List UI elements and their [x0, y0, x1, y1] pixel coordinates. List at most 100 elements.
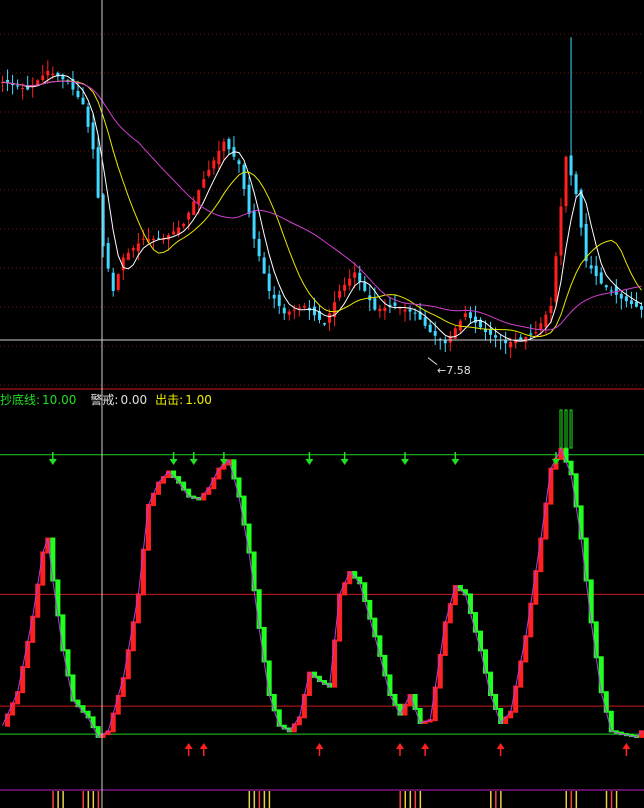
- candle-body: [182, 223, 186, 227]
- candle-body: [262, 257, 266, 274]
- candle-body: [634, 301, 638, 307]
- oscillator-segment: [538, 537, 544, 573]
- bottom-signal-bar: [500, 791, 502, 808]
- oscillator-segment: [50, 537, 56, 582]
- candle-body: [151, 238, 155, 241]
- oscillator-segment: [548, 467, 554, 505]
- up-arrow-head: [421, 743, 430, 749]
- oscillator-segment: [432, 686, 438, 722]
- oscillator-segment: [251, 551, 257, 592]
- candle-body: [61, 75, 65, 80]
- candle-body: [81, 97, 85, 105]
- bottom-signal-bar: [414, 791, 417, 808]
- candle-body: [619, 293, 623, 299]
- oscillator-segment: [603, 691, 609, 713]
- bottom-signal-bar: [575, 791, 578, 808]
- down-arrow-head: [340, 459, 349, 465]
- candle-body: [489, 329, 493, 335]
- oscillator-segment: [55, 579, 61, 617]
- oscillator-segment: [40, 551, 46, 586]
- bottom-signal-bar: [409, 791, 412, 808]
- candle-body: [86, 106, 90, 127]
- top-signal-bar: [559, 409, 563, 449]
- bottom-signal-bar: [615, 791, 618, 808]
- candle-body: [468, 312, 472, 319]
- candle-body: [222, 141, 226, 152]
- candle-body: [287, 311, 291, 315]
- up-arrow-head: [184, 743, 193, 749]
- candle-body: [433, 331, 437, 336]
- candle-body: [237, 160, 241, 165]
- candle-body: [544, 314, 548, 328]
- oscillator-segment: [377, 635, 383, 657]
- candle-body: [358, 272, 362, 282]
- candle-body: [348, 278, 352, 286]
- oscillator-segment: [60, 614, 66, 652]
- candle-body: [21, 88, 25, 90]
- bottom-signal-bar: [495, 791, 497, 808]
- candle-body: [292, 309, 296, 311]
- bottom-signal-bar: [268, 791, 271, 808]
- candle-body: [207, 169, 211, 176]
- candle-body: [131, 248, 135, 251]
- candle-body: [257, 238, 261, 257]
- oscillator-segment: [447, 603, 453, 624]
- candle-body: [373, 298, 377, 310]
- low-price-label: ←7.58: [437, 364, 471, 377]
- low-price-pointer: [427, 357, 438, 366]
- candle-body: [639, 306, 643, 310]
- oscillator-segment: [583, 537, 589, 582]
- bottom-signal-bar: [605, 791, 608, 808]
- candle-body: [519, 337, 523, 340]
- candle-body: [197, 190, 201, 204]
- candle-body: [277, 294, 281, 306]
- legend-label-bottom-line: 抄底线:: [0, 393, 41, 407]
- oscillator-segment: [488, 671, 494, 696]
- oscillator-segment: [135, 593, 141, 624]
- top-signal-bar: [569, 409, 573, 449]
- candle-body: [36, 80, 40, 85]
- bottom-signal-bar: [248, 791, 251, 808]
- oscillator-segment: [543, 502, 549, 540]
- candle-body: [529, 333, 533, 335]
- candle-body: [328, 313, 332, 323]
- oscillator-segment: [593, 621, 599, 659]
- candle-body: [16, 85, 20, 87]
- legend-label-alert: 警戒:: [90, 393, 119, 407]
- oscillator-segment: [70, 674, 76, 702]
- oscillator-segment: [608, 710, 614, 733]
- candle-body: [589, 265, 593, 269]
- candle-body: [91, 122, 95, 150]
- oscillator-segment: [25, 640, 31, 669]
- candle-body: [378, 308, 382, 312]
- oscillator-segment: [332, 639, 338, 688]
- candle-body: [574, 174, 578, 194]
- candle-body: [393, 302, 397, 306]
- oscillator-segment: [513, 685, 519, 713]
- bottom-signal-bar: [399, 791, 401, 808]
- bottom-signal-bar: [87, 791, 90, 808]
- down-arrow-head: [305, 459, 314, 465]
- oscillator-segment: [120, 677, 126, 697]
- candle-body: [126, 252, 130, 260]
- up-arrow-head: [395, 743, 404, 749]
- oscillator-segment: [140, 548, 146, 596]
- oscillator-segment: [337, 593, 343, 642]
- oscillator-segment: [30, 615, 36, 643]
- candle-body: [312, 306, 316, 316]
- candle-body: [302, 305, 306, 308]
- candle-body: [494, 335, 498, 338]
- candle-body: [192, 201, 196, 215]
- bottom-signal-bar: [62, 791, 64, 808]
- oscillator-segment: [276, 709, 282, 727]
- candle-body: [136, 243, 140, 252]
- candle-body: [564, 156, 568, 207]
- oscillator-segment: [271, 694, 277, 712]
- candle-body: [609, 290, 613, 292]
- legend-value-strike: 1.00: [185, 393, 212, 407]
- down-arrow-head: [451, 459, 460, 465]
- oscillator-segment: [573, 473, 579, 508]
- bottom-signal-bar: [258, 791, 261, 808]
- candle-body: [428, 324, 432, 333]
- ma-magenta-line: [2, 80, 642, 331]
